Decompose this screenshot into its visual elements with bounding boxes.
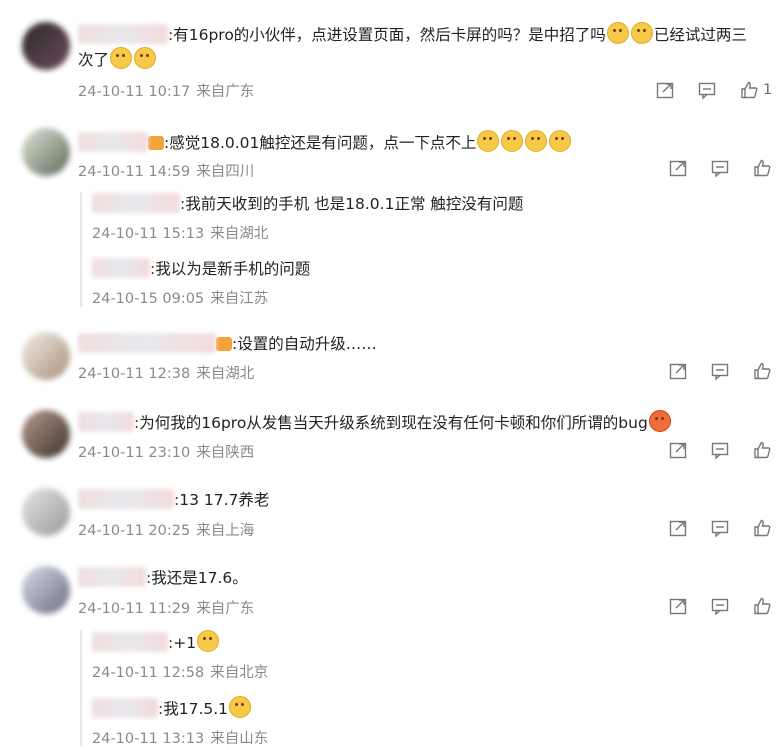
share-icon[interactable]: [668, 158, 688, 178]
emoji-icon: [110, 47, 133, 69]
vip-badge-icon: [216, 337, 232, 351]
reply-text: :我以为是新手机的问题: [92, 257, 523, 281]
comment-icon[interactable]: [710, 361, 730, 381]
reply-item: :我前天收到的手机 也是18.0.1正常 触控没有问题 24-10-11 15:…: [92, 192, 523, 243]
vip-badge-icon: [148, 136, 164, 150]
comment-text: :有16pro的小伙伴，点进设置页面，然后卡屏的吗？是中招了吗 已经试过两三 次了: [78, 22, 768, 72]
reply-location: 来自江苏: [210, 291, 269, 307]
username-blurred[interactable]: [78, 333, 216, 353]
share-icon[interactable]: [655, 80, 675, 100]
comment-meta: 24-10-11 11:29 来自广东: [78, 597, 254, 618]
avatar[interactable]: [22, 22, 70, 70]
comment-location: 来自广东: [196, 601, 255, 617]
emoji-icon: [229, 696, 252, 718]
like-button[interactable]: 1: [739, 80, 772, 100]
comment-meta: 24-10-11 12:38 来自湖北: [78, 362, 254, 383]
reply-item: :+1 24-10-11 12:58 来自北京: [92, 630, 268, 682]
comment-text: :13 17.7养老: [78, 488, 269, 512]
comment-date: 24-10-11 11:29: [78, 601, 191, 617]
reply-location: 来自湖北: [210, 226, 269, 242]
comment-icon[interactable]: [710, 440, 730, 460]
emoji-icon: [630, 22, 653, 44]
thumbs-up-icon[interactable]: [752, 440, 772, 460]
username-blurred[interactable]: [78, 24, 168, 44]
like-count: 1: [763, 82, 772, 98]
reply-location: 来自山东: [210, 731, 269, 747]
share-icon[interactable]: [668, 596, 688, 616]
avatar[interactable]: [22, 410, 70, 458]
reply-date: 24-10-11 15:13: [92, 226, 205, 242]
username-blurred[interactable]: [92, 698, 158, 718]
reply-text: :+1: [92, 630, 268, 655]
username-blurred[interactable]: [92, 193, 180, 213]
username-blurred[interactable]: [78, 132, 148, 152]
reply-date: 24-10-11 12:58: [92, 665, 205, 681]
emoji-icon: [477, 130, 500, 152]
reply-meta: 24-10-11 15:13 来自湖北: [92, 222, 523, 243]
reply-item: :我17.5.1 24-10-11 13:13 来自山东: [92, 696, 268, 748]
thumbs-up-icon[interactable]: [752, 518, 772, 538]
comment-location: 来自陕西: [196, 445, 255, 461]
comment-meta: 24-10-11 20:25 来自上海: [78, 519, 254, 540]
emoji-icon: [501, 130, 524, 152]
username-blurred[interactable]: [92, 632, 168, 652]
angry-emoji-icon: [648, 410, 671, 432]
comment-location: 来自四川: [196, 164, 255, 180]
comment-location: 来自上海: [196, 523, 255, 539]
comment-icon[interactable]: [710, 596, 730, 616]
share-icon[interactable]: [668, 361, 688, 381]
reply-meta: 24-10-11 13:13 来自山东: [92, 727, 268, 748]
reply-meta: 24-10-15 09:05 来自江苏: [92, 287, 523, 308]
avatar[interactable]: [22, 488, 70, 536]
thumbs-up-icon: [739, 80, 759, 100]
username-blurred[interactable]: [78, 489, 174, 509]
emoji-icon: [134, 47, 157, 69]
comment-location: 来自广东: [196, 84, 255, 100]
comment-date: 24-10-11 12:38: [78, 366, 191, 382]
comment-date: 24-10-11 23:10: [78, 445, 191, 461]
reply-date: 24-10-11 13:13: [92, 731, 205, 747]
username-blurred[interactable]: [78, 412, 134, 432]
emoji-icon: [606, 22, 629, 44]
comment-text: :感觉18.0.01触控还是有问题，点一下点不上: [78, 130, 572, 155]
comment-icon[interactable]: [710, 158, 730, 178]
username-blurred[interactable]: [78, 567, 146, 587]
comment-meta: 24-10-11 10:17 来自广东: [78, 80, 254, 101]
username-blurred[interactable]: [92, 258, 150, 278]
comment-date: 24-10-11 14:59: [78, 164, 191, 180]
thumbs-up-icon[interactable]: [752, 596, 772, 616]
comment-text: :为何我的16pro从发售当天升级系统到现在没有任何卡顿和你们所谓的bug: [78, 410, 672, 435]
emoji-icon: [549, 130, 572, 152]
comment-text: :我还是17.6。: [78, 566, 248, 590]
comment-icon[interactable]: [710, 518, 730, 538]
avatar[interactable]: [22, 332, 70, 380]
reply-location: 来自北京: [210, 665, 269, 681]
comment-icon[interactable]: [697, 80, 717, 100]
comment-meta: 24-10-11 14:59 来自四川: [78, 160, 254, 181]
reply-text: :我前天收到的手机 也是18.0.1正常 触控没有问题: [92, 192, 523, 216]
thumbs-up-icon[interactable]: [752, 361, 772, 381]
avatar[interactable]: [22, 566, 70, 614]
comment-date: 24-10-11 20:25: [78, 523, 191, 539]
thumbs-up-icon[interactable]: [752, 158, 772, 178]
reply-meta: 24-10-11 12:58 来自北京: [92, 661, 268, 682]
comment-meta: 24-10-11 23:10 来自陕西: [78, 441, 254, 462]
reply-text: :我17.5.1: [92, 696, 268, 721]
comment-location: 来自湖北: [196, 366, 255, 382]
comment-text: :设置的自动升级……: [78, 332, 377, 356]
emoji-icon: [525, 130, 548, 152]
reply-item: :我以为是新手机的问题 24-10-15 09:05 来自江苏: [92, 257, 523, 308]
share-icon[interactable]: [668, 440, 688, 460]
avatar[interactable]: [22, 128, 70, 176]
reply-list: :我前天收到的手机 也是18.0.1正常 触控没有问题 24-10-11 15:…: [80, 192, 523, 307]
emoji-icon: [197, 630, 220, 652]
reply-date: 24-10-15 09:05: [92, 291, 205, 307]
reply-list: :+1 24-10-11 12:58 来自北京 :我17.5.1 24-10-11…: [80, 630, 268, 748]
share-icon[interactable]: [668, 518, 688, 538]
comment-date: 24-10-11 10:17: [78, 84, 191, 100]
